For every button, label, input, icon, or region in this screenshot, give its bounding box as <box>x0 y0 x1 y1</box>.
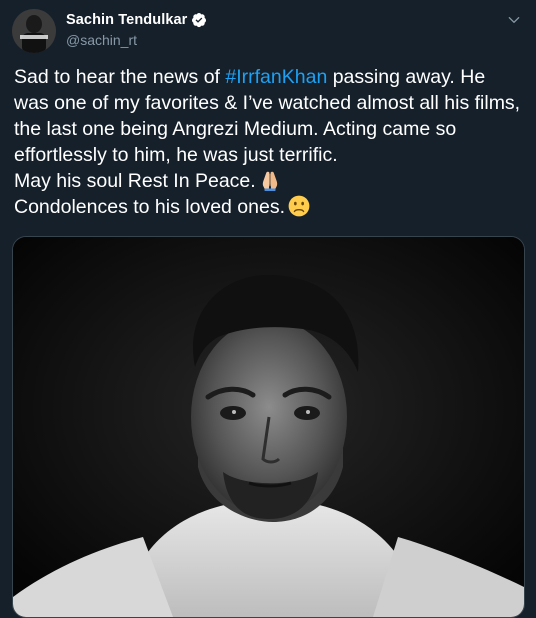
portrait-photo <box>13 237 524 617</box>
tweet-line-condolences: Condolences to his loved ones. <box>14 194 524 220</box>
author-avatar[interactable] <box>12 9 56 53</box>
tweet-media-photo[interactable] <box>12 236 525 618</box>
tweet-line-rip: May his soul Rest In Peace. <box>14 168 524 194</box>
folded-hands-emoji-icon <box>262 171 277 191</box>
author-info: Sachin Tendulkar @sachin_rt <box>66 11 207 48</box>
author-display-name[interactable]: Sachin Tendulkar <box>66 12 187 28</box>
author-handle[interactable]: @sachin_rt <box>66 32 207 48</box>
chevron-down-icon[interactable] <box>506 12 522 28</box>
tweet-line-2: May his soul Rest In Peace. <box>14 170 256 192</box>
frowning-face-emoji-icon <box>288 195 310 217</box>
tweet-paragraph: Sad to hear the news of #IrrfanKhan pass… <box>14 64 524 168</box>
tweet-card: Sachin Tendulkar @sachin_rt Sad to hear … <box>0 0 536 618</box>
tweet-text: Sad to hear the news of #IrrfanKhan pass… <box>14 64 524 220</box>
avatar-photo-icon <box>12 9 56 53</box>
tweet-line-3: Condolences to his loved ones. <box>14 196 286 218</box>
tweet-text-part-1: Sad to hear the news of <box>14 66 226 88</box>
verified-badge-icon <box>192 13 207 28</box>
hashtag-link[interactable]: #IrrfanKhan <box>225 66 327 88</box>
